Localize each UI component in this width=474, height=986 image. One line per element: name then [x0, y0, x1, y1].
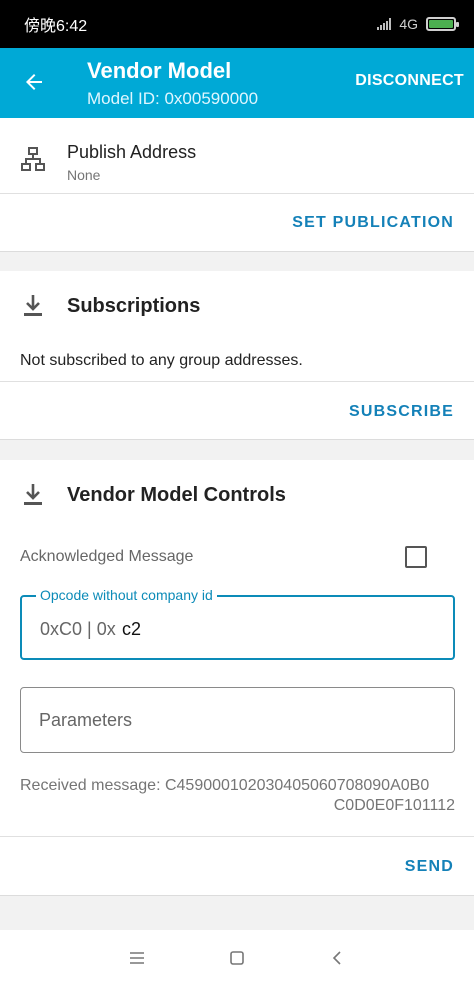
- subscriptions-title: Subscriptions: [67, 295, 201, 317]
- subscribe-button[interactable]: SUBSCRIBE: [349, 403, 454, 421]
- status-bar: 傍晚6:42 4G: [0, 0, 474, 48]
- download-icon: [20, 482, 46, 513]
- received-message: Received message: C459000102030405060708…: [20, 776, 455, 816]
- disconnect-button[interactable]: DISCONNECT: [355, 72, 464, 90]
- parameters-field[interactable]: Parameters: [20, 687, 455, 753]
- network-icon: [20, 146, 46, 177]
- publish-address-value: None: [67, 167, 101, 183]
- status-icons: 4G: [377, 16, 459, 32]
- back-nav-icon[interactable]: [325, 946, 349, 970]
- network-type: 4G: [399, 16, 418, 32]
- status-time: 傍晚6:42: [24, 18, 88, 35]
- vendor-controls-title: Vendor Model Controls: [67, 484, 286, 506]
- page-title: Vendor Model: [87, 58, 232, 83]
- home-icon[interactable]: [225, 946, 249, 970]
- subscriptions-message: Not subscribed to any group addresses.: [20, 352, 303, 369]
- received-message-line-1: Received message: C459000102030405060708…: [20, 777, 430, 794]
- menu-icon[interactable]: [125, 946, 149, 970]
- back-button[interactable]: [16, 64, 52, 100]
- parameters-input[interactable]: Parameters: [39, 710, 132, 731]
- system-nav-bar: [0, 930, 474, 986]
- received-message-line-2: C0D0E0F101112: [333, 797, 455, 814]
- divider: [0, 193, 474, 194]
- opcode-prefix: 0xC0 | 0x: [40, 619, 116, 639]
- battery-icon: [426, 17, 459, 31]
- model-id: Model ID: 0x00590000: [87, 89, 259, 108]
- acknowledged-checkbox[interactable]: [405, 546, 427, 568]
- opcode-field[interactable]: Opcode without company id 0xC0 | 0x c2: [20, 587, 455, 660]
- vendor-controls-card: Vendor Model Controls Acknowledged Messa…: [0, 460, 474, 896]
- divider: [0, 836, 474, 837]
- send-button[interactable]: SEND: [405, 858, 454, 876]
- opcode-label: Opcode without company id: [36, 587, 217, 603]
- opcode-input[interactable]: c2: [122, 619, 141, 640]
- set-publication-button[interactable]: SET PUBLICATION: [292, 214, 454, 232]
- arrow-back-icon: [26, 74, 42, 90]
- divider: [0, 381, 474, 382]
- signal-icon: [377, 18, 392, 30]
- publish-card: Publish Address None SET PUBLICATION: [0, 118, 474, 252]
- publish-address-title: Publish Address: [67, 142, 197, 162]
- acknowledged-label: Acknowledged Message: [20, 548, 194, 565]
- app-bar: Vendor Model Model ID: 0x00590000 DISCON…: [0, 48, 474, 118]
- download-icon: [20, 293, 46, 324]
- subscriptions-card: Subscriptions Not subscribed to any grou…: [0, 271, 474, 440]
